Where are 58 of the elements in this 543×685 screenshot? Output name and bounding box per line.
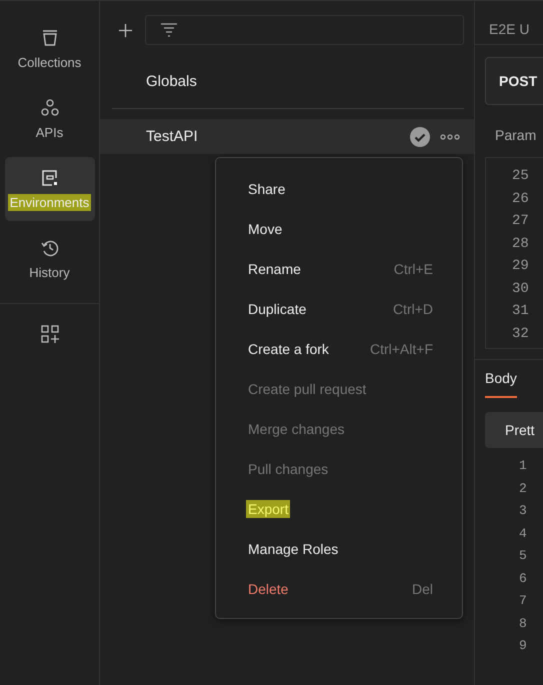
sidebar-item[interactable]: Collections [4,17,94,81]
filter-field[interactable] [145,15,464,45]
plus-icon[interactable] [118,22,133,38]
params-tab[interactable]: Param [495,127,543,149]
menu-item-label: Pull changes [247,460,330,478]
line-number: 6 [518,570,528,588]
line-number: 9 [518,638,528,655]
code-editor[interactable]: 25 26 27 28 29 30 31 32 [485,157,543,349]
menu-item-label: Delete [247,580,290,598]
method-dropdown[interactable]: POST [485,57,543,105]
line-number: 30 [511,280,530,298]
line-number: 7 [518,593,528,610]
menu-item-label: Export [246,500,290,518]
view-mode-button[interactable]: Prett [485,412,543,448]
shortcut-label: Ctrl+E [394,261,433,277]
request-tab[interactable]: E2E U [475,1,543,45]
line-number: 2 [518,480,528,498]
menu-item[interactable]: Share [216,169,462,209]
menu-item[interactable]: Create a fork Ctrl+Alt+F [216,329,462,369]
line-number: 32 [511,326,530,344]
menu-item-label: Create pull request [247,380,368,398]
shortcut-label: Ctrl+D [392,301,433,317]
menu-item[interactable]: Move [216,209,462,249]
menu-item[interactable]: Delete Del [216,569,462,609]
menu-item[interactable]: Manage Roles [216,529,462,569]
line-number: 31 [511,303,530,321]
menu-item[interactable]: Duplicate Ctrl+D [216,289,462,329]
menu-item-label: Create a fork [247,340,330,358]
line-number: 25 [511,168,530,186]
sidebar-item[interactable]: APIs [4,87,94,151]
environment-item[interactable]: TestAPI [100,119,474,154]
sidebar-item[interactable]: History [4,227,94,291]
circles-icon [40,98,60,118]
menu-item-label: Move [247,220,284,238]
line-number: 8 [518,616,528,632]
menu-item-label: Share [247,180,286,198]
line-number: 26 [511,190,530,208]
shortcut-label: Del [412,581,433,597]
menu-item-label: Duplicate [247,300,308,318]
shortcut-label: Ctrl+Alt+F [370,341,433,357]
menu-item-label: Rename [247,260,302,278]
environment-icon [40,168,60,188]
line-number: 4 [518,526,528,542]
add-apps-icon[interactable] [40,324,60,344]
menu-item-label: Merge changes [247,420,346,438]
line-number: 5 [518,548,528,565]
check-circle-icon[interactable] [410,126,430,146]
filter-icon [160,23,178,37]
line-number: 3 [518,503,528,520]
menu-item-label: Manage Roles [247,540,340,558]
line-number: 27 [511,213,530,231]
line-number: 1 [518,458,528,475]
menu-item[interactable]: Rename Ctrl+E [216,249,462,289]
line-number: 29 [511,258,530,276]
more-icon[interactable] [440,134,460,140]
environment-item[interactable]: Globals [100,61,474,101]
line-number: 28 [511,236,530,254]
body-tab[interactable]: Body [485,370,517,398]
